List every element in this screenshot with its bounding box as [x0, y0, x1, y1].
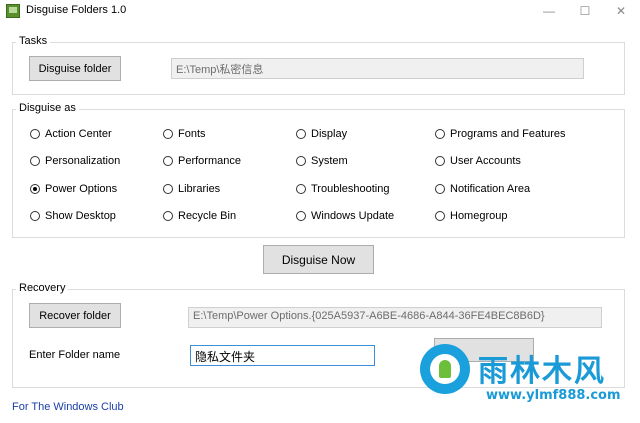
window-title: Disguise Folders 1.0	[26, 4, 127, 16]
radio-performance[interactable]: Performance	[163, 154, 241, 168]
radio-indicator	[30, 156, 40, 166]
recovery-path-field[interactable]: E:\Temp\Power Options.{025A5937-A6BE-468…	[188, 307, 602, 328]
disguise-now-button[interactable]: Disguise Now	[263, 245, 374, 274]
minimize-button[interactable]: —	[531, 0, 567, 22]
radio-label: Recycle Bin	[178, 210, 237, 222]
radio-label: Personalization	[45, 155, 121, 167]
radio-recycle-bin[interactable]: Recycle Bin	[163, 209, 236, 223]
radio-indicator	[30, 211, 40, 221]
radio-indicator	[163, 184, 173, 194]
footer-link[interactable]: For The Windows Club	[12, 401, 124, 413]
radio-indicator	[435, 156, 445, 166]
radio-label: Programs and Features	[450, 128, 566, 140]
radio-label: Performance	[178, 155, 241, 167]
radio-libraries[interactable]: Libraries	[163, 182, 220, 196]
disguise-folder-button[interactable]: Disguise folder	[29, 56, 121, 81]
recover-folder-button[interactable]: Recover folder	[29, 303, 121, 328]
radio-indicator	[163, 156, 173, 166]
radio-personalization[interactable]: Personalization	[30, 154, 120, 168]
close-button[interactable]: ✕	[603, 0, 639, 22]
radio-user-accounts[interactable]: User Accounts	[435, 154, 521, 168]
radio-indicator-selected	[30, 184, 40, 194]
radio-system[interactable]: System	[296, 154, 348, 168]
folder-name-label: Enter Folder name	[29, 349, 121, 361]
title-bar: Disguise Folders 1.0 — ☐ ✕	[0, 0, 640, 22]
radio-label: Libraries	[178, 183, 221, 195]
radio-show-desktop[interactable]: Show Desktop	[30, 209, 116, 223]
radio-label: Windows Update	[311, 210, 395, 222]
radio-indicator	[163, 129, 173, 139]
radio-label: Show Desktop	[45, 210, 116, 222]
radio-label: Homegroup	[450, 210, 508, 222]
radio-indicator	[296, 211, 306, 221]
radio-label: Display	[311, 128, 348, 140]
folder-name-input[interactable]: 隐私文件夹	[190, 345, 375, 366]
radio-label: Fonts	[178, 128, 206, 140]
radio-label: Notification Area	[450, 183, 531, 195]
radio-indicator	[30, 129, 40, 139]
radio-power-options[interactable]: Power Options	[30, 182, 117, 196]
radio-label: User Accounts	[450, 155, 521, 167]
watermark-url: www.ylmf888.com	[486, 388, 621, 403]
radio-windows-update[interactable]: Windows Update	[296, 209, 394, 223]
radio-indicator	[435, 184, 445, 194]
tasks-group-label: Tasks	[16, 35, 51, 47]
radio-label: Action Center	[45, 128, 112, 140]
app-icon	[6, 4, 20, 18]
radio-indicator	[435, 211, 445, 221]
radio-troubleshooting[interactable]: Troubleshooting	[296, 182, 389, 196]
radio-indicator	[435, 129, 445, 139]
radio-display[interactable]: Display	[296, 127, 347, 141]
radio-indicator	[163, 211, 173, 221]
tasks-path-field[interactable]: E:\Temp\私密信息	[171, 58, 584, 79]
radio-homegroup[interactable]: Homegroup	[435, 209, 507, 223]
radio-label: Power Options	[45, 183, 118, 195]
radio-programs-and-features[interactable]: Programs and Features	[435, 127, 566, 141]
radio-indicator	[296, 156, 306, 166]
radio-indicator	[296, 129, 306, 139]
radio-label: Troubleshooting	[311, 183, 390, 195]
radio-action-center[interactable]: Action Center	[30, 127, 112, 141]
recovery-group-label: Recovery	[16, 282, 69, 294]
watermark-title: 雨林木风	[478, 354, 606, 389]
watermark-overlay: 雨林木风 www.ylmf888.com	[410, 338, 640, 423]
watermark-logo-icon	[420, 344, 470, 394]
radio-label: System	[311, 155, 348, 167]
disguise-as-group-label: Disguise as	[16, 102, 79, 114]
radio-fonts[interactable]: Fonts	[163, 127, 206, 141]
maximize-button[interactable]: ☐	[567, 0, 603, 22]
radio-indicator	[296, 184, 306, 194]
radio-notification-area[interactable]: Notification Area	[435, 182, 530, 196]
